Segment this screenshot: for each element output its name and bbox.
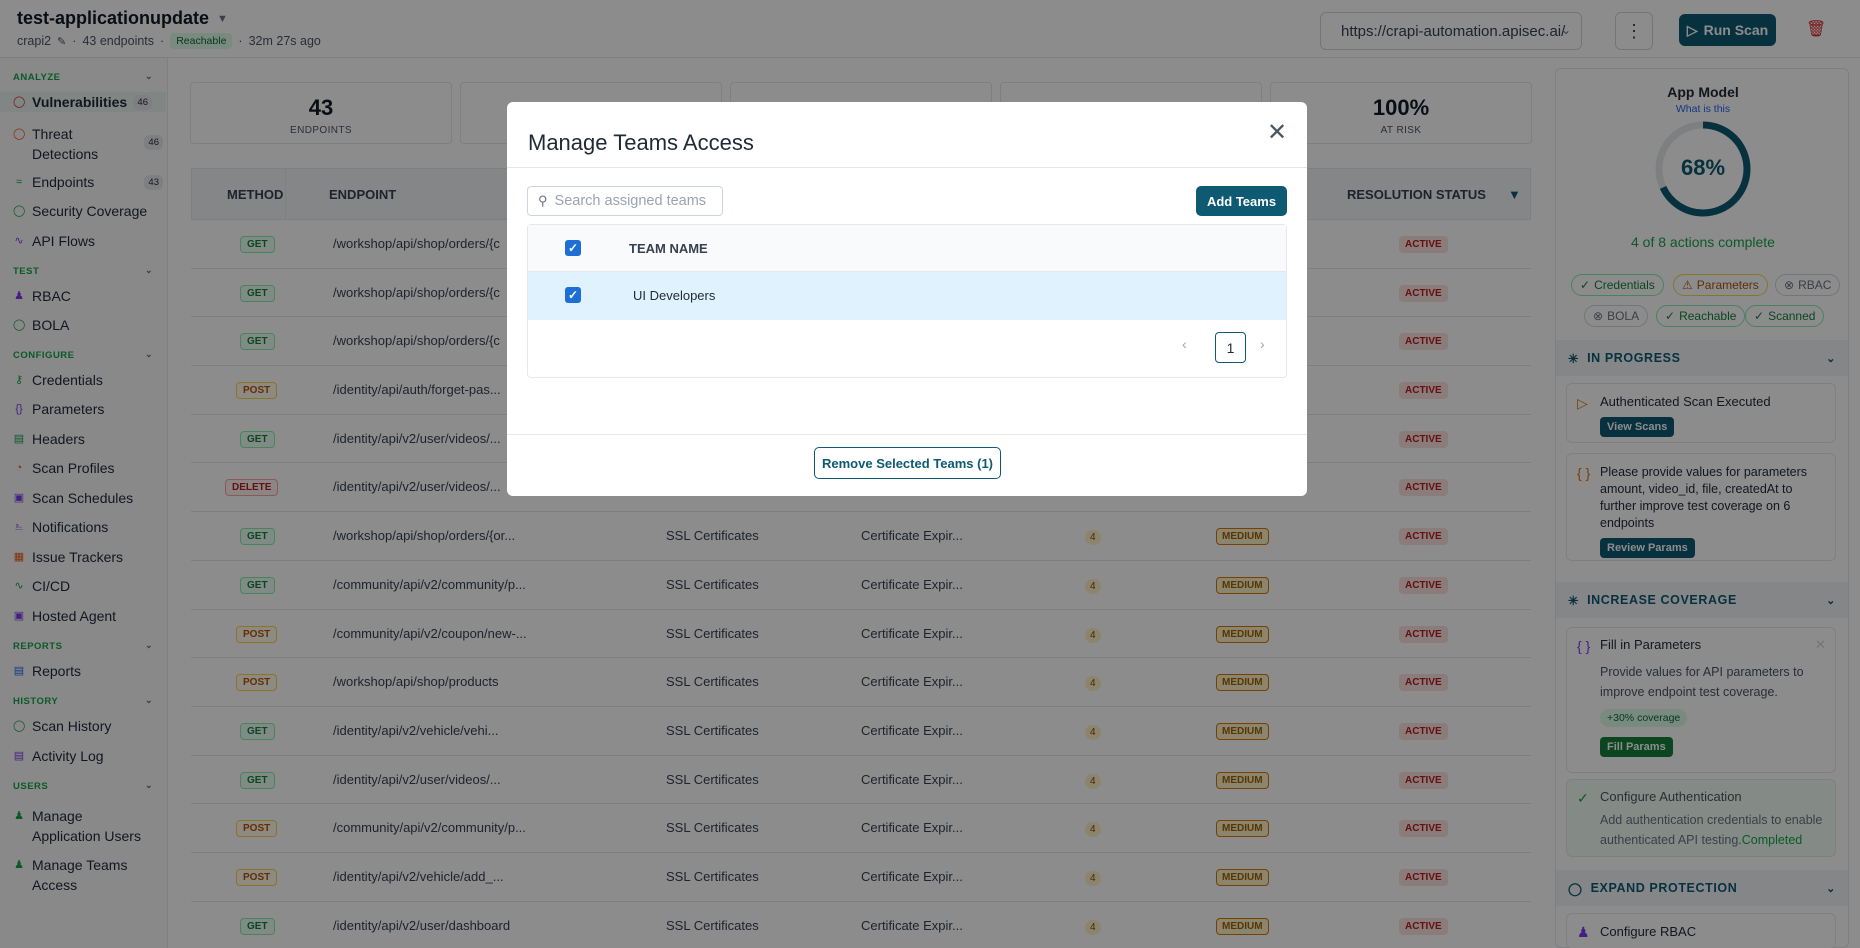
teams-table: ✓ TEAM NAME ✓ UI Developers ‹ 1 › (527, 224, 1287, 378)
divider (507, 434, 1307, 435)
remove-selected-teams-button[interactable]: Remove Selected Teams (1) (814, 447, 1001, 479)
row-checkbox[interactable]: ✓ (565, 287, 581, 303)
manage-teams-modal: Manage Teams Access ✕ ⚲ Search assigned … (507, 102, 1307, 496)
page-1-button[interactable]: 1 (1215, 332, 1246, 363)
divider (507, 167, 1307, 168)
teams-table-header: ✓ TEAM NAME (528, 225, 1286, 272)
add-teams-button[interactable]: Add Teams (1196, 186, 1287, 216)
close-icon[interactable]: ✕ (1267, 118, 1287, 147)
select-all-checkbox[interactable]: ✓ (565, 240, 581, 256)
chevron-right-icon[interactable]: › (1260, 336, 1265, 352)
modal-title: Manage Teams Access (528, 130, 754, 155)
table-row[interactable]: ✓ UI Developers (528, 272, 1286, 320)
search-icon: ⚲ (538, 193, 548, 208)
chevron-left-icon[interactable]: ‹ (1182, 336, 1187, 352)
search-input[interactable]: ⚲ Search assigned teams (527, 186, 723, 216)
